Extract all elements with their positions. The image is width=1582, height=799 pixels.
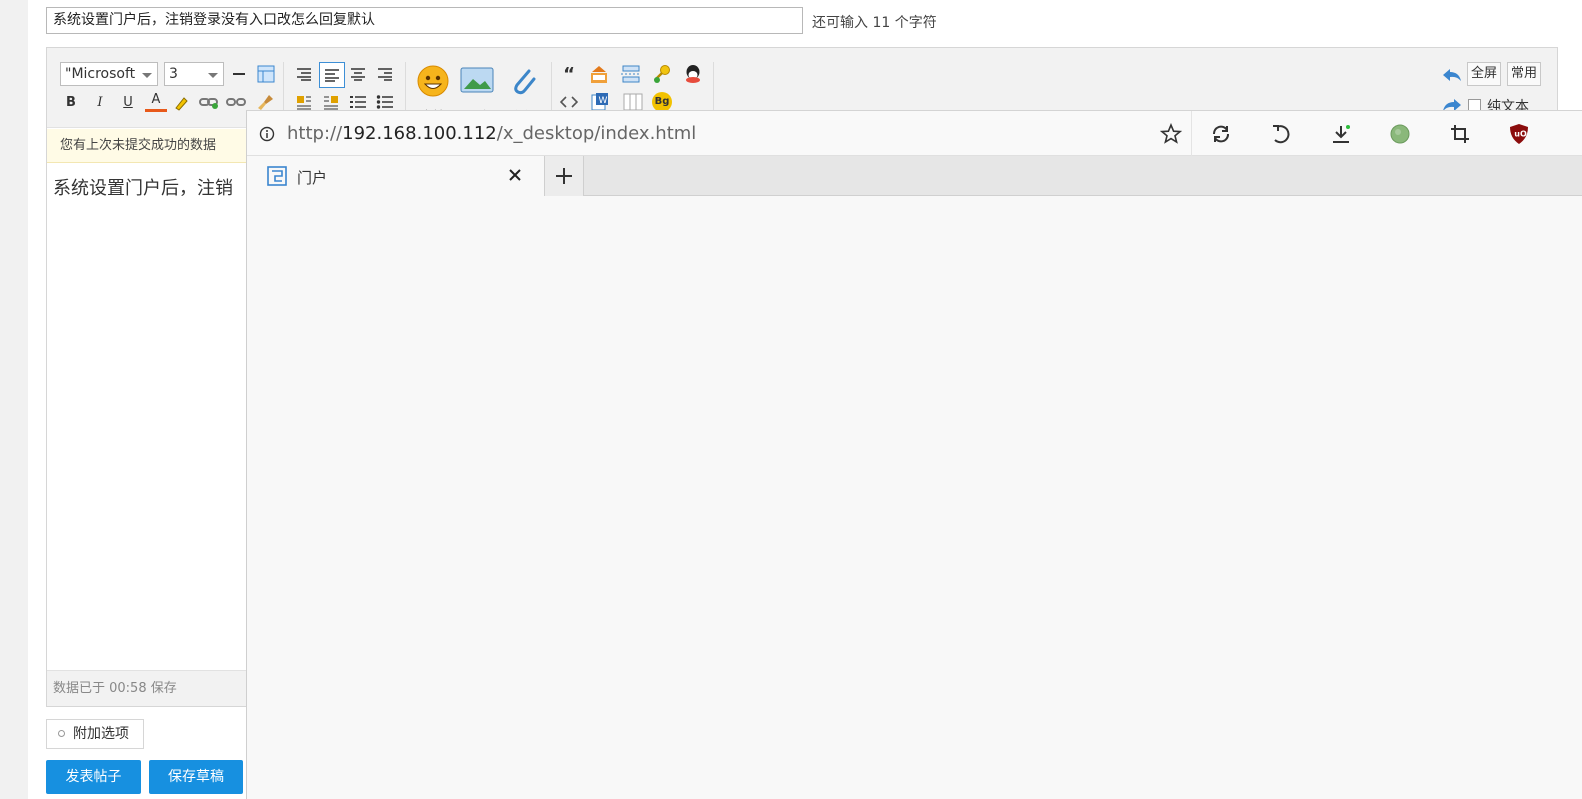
horizontal-rule-icon[interactable]	[228, 63, 250, 85]
font-size-value: 3	[169, 66, 178, 82]
remaining-char-count: 还可输入 11 个字符	[812, 15, 937, 31]
qq-icon[interactable]	[682, 63, 704, 85]
reload-icon[interactable]	[1269, 122, 1293, 146]
new-tab-button[interactable]	[544, 156, 584, 196]
extra-options-button[interactable]: 附加选项	[46, 719, 144, 749]
fullscreen-button[interactable]: 全屏	[1467, 62, 1502, 86]
table-icon[interactable]	[255, 63, 277, 85]
plus-icon	[556, 168, 572, 184]
crop-icon[interactable]	[1448, 122, 1472, 146]
align-right-icon[interactable]	[374, 63, 396, 85]
ublock-shield-icon[interactable]: uO	[1507, 122, 1531, 146]
editor-content[interactable]: 系统设置门户后，注销	[53, 174, 233, 200]
url-path: /x_desktop/index.html	[496, 123, 697, 144]
subject-input[interactable]: 系统设置门户后，注销登录没有入口改怎么回复默认	[46, 7, 803, 34]
portal-favicon-icon	[267, 166, 287, 190]
svg-text:uO: uO	[1514, 130, 1527, 139]
chevron-down-icon	[142, 73, 152, 78]
font-color-button[interactable]: A	[145, 90, 167, 112]
post-thread-button[interactable]: 发表帖子	[46, 760, 141, 794]
align-center-icon[interactable]	[347, 63, 369, 85]
left-gutter	[0, 0, 28, 799]
font-size-select[interactable]: 3	[164, 62, 224, 86]
extra-options-label: 附加选项	[73, 726, 129, 742]
password-key-icon[interactable]	[651, 63, 673, 85]
url-text[interactable]: http://192.168.100.112/x_desktop/index.h…	[287, 123, 696, 144]
highlight-icon[interactable]	[171, 91, 193, 113]
url-host: 192.168.100.112	[342, 123, 497, 144]
italic-button[interactable]: I	[89, 91, 111, 113]
common-button[interactable]: 常用	[1507, 62, 1542, 86]
expand-dot-icon	[58, 730, 65, 737]
tab-portal[interactable]: 门户	[247, 156, 544, 196]
align-left-icon[interactable]	[293, 63, 315, 85]
tab-strip: 门户	[247, 156, 1582, 196]
image-icon	[460, 67, 494, 93]
sync-icon[interactable]	[1209, 122, 1233, 146]
paperclip-icon	[514, 69, 536, 95]
align-justify-icon[interactable]	[319, 62, 345, 88]
close-icon[interactable]	[507, 167, 523, 187]
font-family-value: "Microsoft	[65, 66, 136, 82]
extension-globe-icon[interactable]	[1388, 122, 1412, 146]
browser-page-content	[247, 196, 1582, 799]
page-break-icon[interactable]	[620, 63, 642, 85]
download-icon[interactable]	[1329, 122, 1353, 146]
info-icon[interactable]	[255, 122, 279, 146]
chevron-down-icon	[208, 73, 218, 78]
bg-label: Bg	[652, 92, 672, 112]
tab-title: 门户	[297, 169, 328, 187]
underline-button[interactable]: U	[117, 91, 139, 113]
url-scheme: http://	[287, 123, 343, 144]
bookmark-star-icon[interactable]	[1159, 122, 1183, 146]
save-draft-button[interactable]: 保存草稿	[149, 760, 243, 794]
browser-window: http://192.168.100.112/x_desktop/index.h…	[246, 110, 1582, 799]
undo-icon[interactable]	[1441, 64, 1463, 86]
free-content-icon[interactable]	[588, 63, 610, 85]
unlink-icon[interactable]	[225, 91, 247, 113]
smiley-icon	[417, 65, 449, 97]
bold-button[interactable]: B	[60, 91, 82, 113]
toolbar-divider	[1191, 111, 1192, 156]
quote-button[interactable]: “	[558, 63, 580, 85]
font-family-select[interactable]: "Microsoft	[60, 62, 158, 86]
address-bar[interactable]: http://192.168.100.112/x_desktop/index.h…	[247, 111, 1582, 156]
svg-text:W: W	[599, 96, 608, 106]
link-icon[interactable]	[198, 91, 220, 113]
